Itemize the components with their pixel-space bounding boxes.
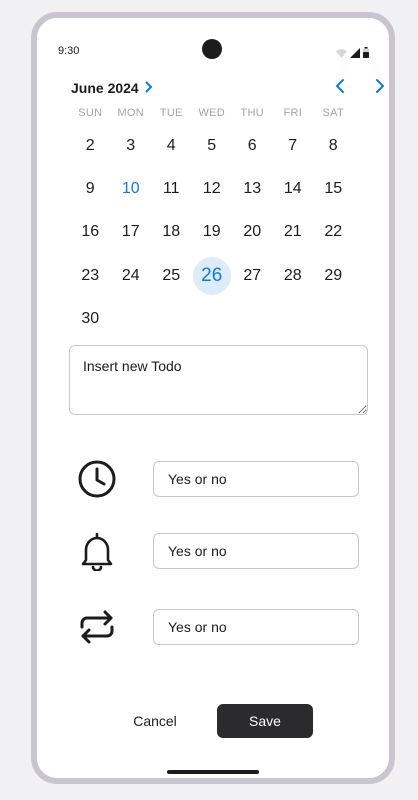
calendar-day[interactable]: 30 bbox=[70, 297, 111, 340]
calendar-days-grid: 2 3 4 5 6 7 8 9 10 11 12 13 14 15 16 17 18 19 20 21 22 23 24 25… bbox=[70, 124, 354, 340]
calendar-day-number: 10 bbox=[121, 179, 140, 197]
weekday-header: SUN MON TUE WED THU FRI SAT bbox=[70, 107, 354, 119]
calendar-day-number: 22 bbox=[324, 223, 343, 241]
status-icons bbox=[336, 45, 369, 63]
weekday-label: WED bbox=[198, 107, 226, 119]
weekday-label: SAT bbox=[322, 107, 344, 119]
calendar-day[interactable]: 13 bbox=[232, 167, 273, 210]
calendar-day-number: 29 bbox=[324, 266, 343, 284]
calendar-day-number: 17 bbox=[121, 223, 140, 241]
calendar-day[interactable]: 9 bbox=[70, 167, 111, 210]
option-row-time bbox=[77, 459, 359, 499]
option-row-reminder bbox=[77, 531, 359, 571]
calendar-day[interactable]: 29 bbox=[313, 254, 354, 297]
repeat-icon bbox=[77, 607, 117, 647]
month-selector[interactable]: June 2024 bbox=[71, 76, 153, 100]
calendar-day-number: 6 bbox=[247, 136, 257, 154]
calendar-day[interactable]: 17 bbox=[111, 211, 152, 254]
calendar-day-number: 5 bbox=[207, 136, 217, 154]
calendar-day-number: 25 bbox=[162, 266, 181, 284]
calendar-day-number: 13 bbox=[243, 179, 262, 197]
clock-icon bbox=[77, 459, 117, 499]
previous-month-button[interactable] bbox=[328, 76, 352, 100]
calendar-day[interactable]: 3 bbox=[111, 124, 152, 167]
status-bar: 9:30 bbox=[37, 18, 389, 74]
calendar-day[interactable]: 5 bbox=[192, 124, 233, 167]
calendar-day[interactable]: 11 bbox=[151, 167, 192, 210]
calendar-day-number: 24 bbox=[121, 266, 140, 284]
phone-frame: 9:30 June 2024 SUN MON TUE WED THU FRI S… bbox=[31, 12, 395, 784]
reminder-field[interactable] bbox=[153, 533, 359, 569]
calendar-day-number: 21 bbox=[283, 223, 302, 241]
calendar-day-number: 12 bbox=[202, 179, 221, 197]
calendar-day[interactable]: 12 bbox=[192, 167, 233, 210]
calendar-day[interactable]: 18 bbox=[151, 211, 192, 254]
calendar-day[interactable]: 22 bbox=[313, 211, 354, 254]
next-month-button[interactable] bbox=[368, 76, 389, 100]
chevron-left-icon bbox=[334, 78, 346, 99]
calendar-day[interactable]: 23 bbox=[70, 254, 111, 297]
calendar-day-number: 14 bbox=[283, 179, 302, 197]
save-button[interactable]: Save bbox=[217, 704, 313, 738]
weekday-label: FRI bbox=[283, 107, 303, 119]
calendar-day-number: 3 bbox=[126, 136, 136, 154]
calendar-day[interactable]: 4 bbox=[151, 124, 192, 167]
home-indicator bbox=[167, 770, 259, 774]
calendar-day[interactable]: 2 bbox=[70, 124, 111, 167]
calendar-day[interactable]: 7 bbox=[273, 124, 314, 167]
calendar-day-number: 23 bbox=[81, 266, 100, 284]
calendar-day-number: 20 bbox=[243, 223, 262, 241]
calendar-day[interactable]: 25 bbox=[151, 254, 192, 297]
calendar-day-number: 30 bbox=[81, 309, 100, 327]
calendar-day-number: 16 bbox=[81, 223, 100, 241]
calendar-day-today[interactable]: 10 bbox=[111, 167, 152, 210]
calendar-header: June 2024 bbox=[71, 76, 384, 100]
battery-icon bbox=[363, 45, 369, 63]
calendar-day-number: 28 bbox=[283, 266, 302, 284]
calendar-day[interactable]: 28 bbox=[273, 254, 314, 297]
calendar-day-number: 18 bbox=[162, 223, 181, 241]
calendar-day-number: 8 bbox=[328, 136, 338, 154]
calendar-day[interactable]: 19 bbox=[192, 211, 233, 254]
weekday-label: MON bbox=[117, 107, 145, 119]
bell-icon bbox=[77, 531, 117, 571]
status-time: 9:30 bbox=[58, 45, 80, 57]
calendar-day[interactable]: 21 bbox=[273, 211, 314, 254]
weekday-label: THU bbox=[240, 107, 264, 119]
calendar-day[interactable]: 6 bbox=[232, 124, 273, 167]
signal-icon bbox=[350, 45, 360, 63]
weekday-label: TUE bbox=[159, 107, 183, 119]
calendar-day-number: 2 bbox=[85, 136, 95, 154]
wifi-icon bbox=[336, 45, 347, 63]
calendar-day[interactable]: 14 bbox=[273, 167, 314, 210]
calendar-day-number: 11 bbox=[162, 179, 180, 197]
camera-cutout bbox=[202, 39, 222, 59]
calendar-day[interactable]: 24 bbox=[111, 254, 152, 297]
time-field[interactable] bbox=[153, 461, 359, 497]
calendar-day[interactable]: 15 bbox=[313, 167, 354, 210]
todo-input[interactable] bbox=[69, 345, 368, 415]
calendar-day-number: 7 bbox=[288, 136, 298, 154]
calendar-day-number: 26 bbox=[192, 256, 231, 295]
chevron-right-icon bbox=[374, 78, 386, 99]
option-row-repeat bbox=[77, 609, 359, 645]
calendar-day-number: 27 bbox=[243, 266, 262, 284]
calendar-day[interactable]: 27 bbox=[232, 254, 273, 297]
cancel-button[interactable]: Cancel bbox=[119, 704, 191, 738]
calendar-day-number: 19 bbox=[202, 223, 221, 241]
month-label: June 2024 bbox=[71, 80, 139, 96]
calendar-day-number: 15 bbox=[324, 179, 343, 197]
weekday-label: SUN bbox=[78, 107, 103, 119]
calendar-day[interactable]: 16 bbox=[70, 211, 111, 254]
calendar-day-number: 9 bbox=[85, 179, 95, 197]
calendar-day[interactable]: 8 bbox=[313, 124, 354, 167]
calendar-day-number: 4 bbox=[166, 136, 176, 154]
repeat-field[interactable] bbox=[153, 609, 359, 645]
chevron-right-icon bbox=[145, 80, 153, 96]
calendar-day-selected[interactable]: 26 bbox=[192, 254, 233, 297]
calendar-day[interactable]: 20 bbox=[232, 211, 273, 254]
